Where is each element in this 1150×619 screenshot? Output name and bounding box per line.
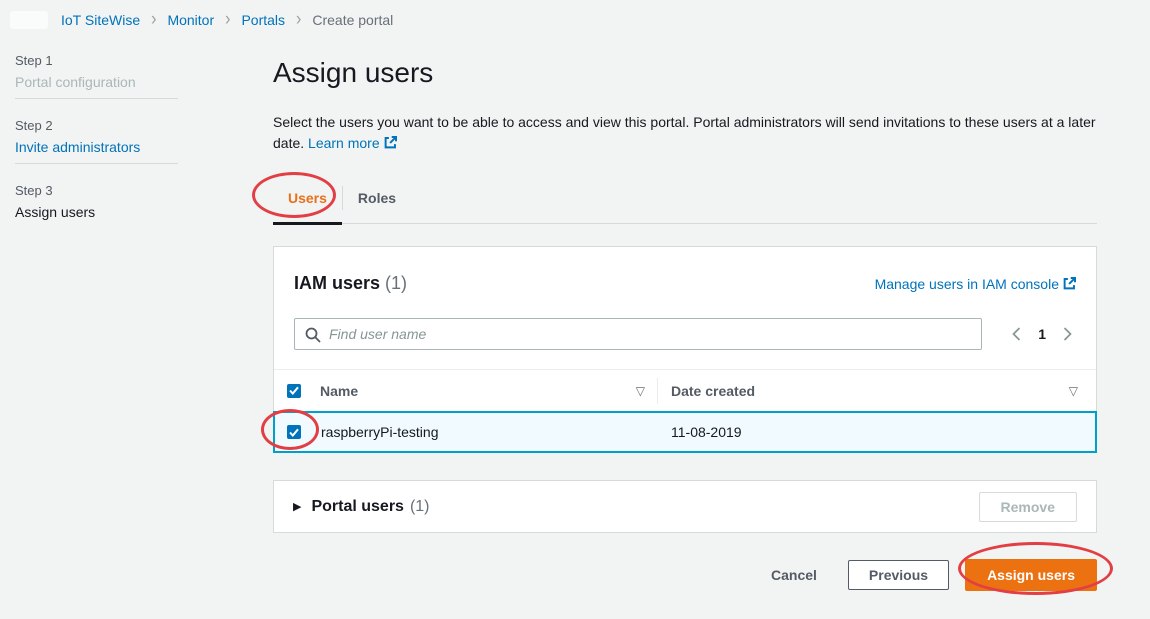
chevron-left-icon: [1012, 327, 1021, 341]
external-link-icon: [1063, 277, 1076, 290]
pagination-page-number[interactable]: 1: [1038, 326, 1046, 342]
wizard-step-3: Step 3 Assign users: [15, 183, 178, 220]
divider: [15, 98, 178, 99]
iam-users-count: (1): [385, 273, 407, 293]
portal-users-panel: ▶ Portal users (1) Remove: [273, 480, 1097, 533]
select-all-checkbox[interactable]: [287, 384, 301, 398]
main-content: Assign users Select the users you want t…: [273, 50, 1097, 591]
tab-roles[interactable]: Roles: [343, 180, 411, 223]
breadcrumb-create-portal: Create portal: [312, 12, 393, 28]
tab-bar: Users Roles: [273, 180, 1097, 224]
search-icon: [305, 327, 321, 343]
check-icon: [289, 386, 299, 395]
previous-button[interactable]: Previous: [848, 560, 949, 590]
step-link-invite-administrators[interactable]: Invite administrators: [15, 139, 178, 155]
step-number: Step 1: [15, 53, 178, 68]
chevron-right-icon: [1063, 327, 1072, 341]
portal-users-title: Portal users: [311, 498, 403, 516]
wizard-step-2: Step 2 Invite administrators: [15, 118, 178, 155]
external-link-icon: [384, 136, 397, 149]
pagination: 1: [1008, 325, 1076, 343]
page-title: Assign users: [273, 56, 1097, 90]
chevron-right-icon: ›: [151, 9, 156, 31]
sort-icon[interactable]: ▽: [636, 384, 645, 398]
breadcrumb-monitor[interactable]: Monitor: [167, 12, 214, 28]
learn-more-link[interactable]: Learn more: [308, 135, 397, 151]
row-checkbox[interactable]: [287, 425, 301, 439]
redacted-account-badge: [10, 11, 48, 29]
find-user-name-input[interactable]: [295, 319, 981, 349]
column-header-name[interactable]: Name ▽: [320, 383, 657, 399]
manage-users-iam-console-link[interactable]: Manage users in IAM console: [875, 276, 1076, 292]
portal-users-expander[interactable]: ▶ Portal users (1): [293, 498, 430, 516]
page-description: Select the users you want to be able to …: [273, 112, 1097, 154]
table-row-raspberrypi-testing[interactable]: raspberryPi-testing 11-08-2019: [273, 411, 1097, 453]
check-icon: [289, 428, 299, 437]
column-header-date-created[interactable]: Date created ▽: [658, 383, 1096, 399]
row-select-cell: [275, 425, 321, 439]
divider: [15, 163, 178, 164]
step-number: Step 2: [15, 118, 178, 133]
cancel-button[interactable]: Cancel: [771, 560, 817, 590]
pagination-next-button[interactable]: [1059, 325, 1076, 343]
portal-users-count: (1): [410, 498, 430, 516]
breadcrumb: IoT SiteWise › Monitor › Portals › Creat…: [10, 11, 398, 29]
tab-users[interactable]: Users: [273, 180, 342, 223]
select-all-cell: [274, 384, 320, 398]
search-box: [294, 318, 982, 350]
assign-users-button[interactable]: Assign users: [965, 559, 1097, 591]
chevron-right-icon: ›: [296, 9, 301, 31]
row-date-created-cell: 11-08-2019: [658, 424, 1095, 440]
sort-icon[interactable]: ▽: [1069, 384, 1078, 398]
wizard-footer-actions: Cancel Previous Assign users: [273, 559, 1097, 591]
wizard-step-1: Step 1 Portal configuration: [15, 53, 178, 90]
caret-right-icon: ▶: [293, 500, 301, 513]
remove-button[interactable]: Remove: [979, 492, 1077, 522]
iam-users-panel: IAM users(1) Manage users in IAM console…: [273, 246, 1097, 453]
search-row: 1: [274, 294, 1096, 369]
chevron-right-icon: ›: [225, 9, 230, 31]
iam-users-title: IAM users(1): [294, 273, 407, 294]
table-header-row: Name ▽ Date created ▽: [274, 369, 1096, 411]
iam-users-header: IAM users(1) Manage users in IAM console: [274, 247, 1096, 294]
step-label-assign-users: Assign users: [15, 204, 178, 220]
breadcrumb-iot-sitewise[interactable]: IoT SiteWise: [61, 12, 140, 28]
breadcrumb-portals[interactable]: Portals: [241, 12, 285, 28]
step-number: Step 3: [15, 183, 178, 198]
row-name-cell: raspberryPi-testing: [321, 424, 658, 440]
wizard-steps-sidebar: Step 1 Portal configuration Step 2 Invit…: [15, 53, 178, 220]
pagination-previous-button[interactable]: [1008, 325, 1025, 343]
step-label-portal-configuration: Portal configuration: [15, 74, 178, 90]
create-portal-page: IoT SiteWise › Monitor › Portals › Creat…: [0, 0, 1150, 619]
